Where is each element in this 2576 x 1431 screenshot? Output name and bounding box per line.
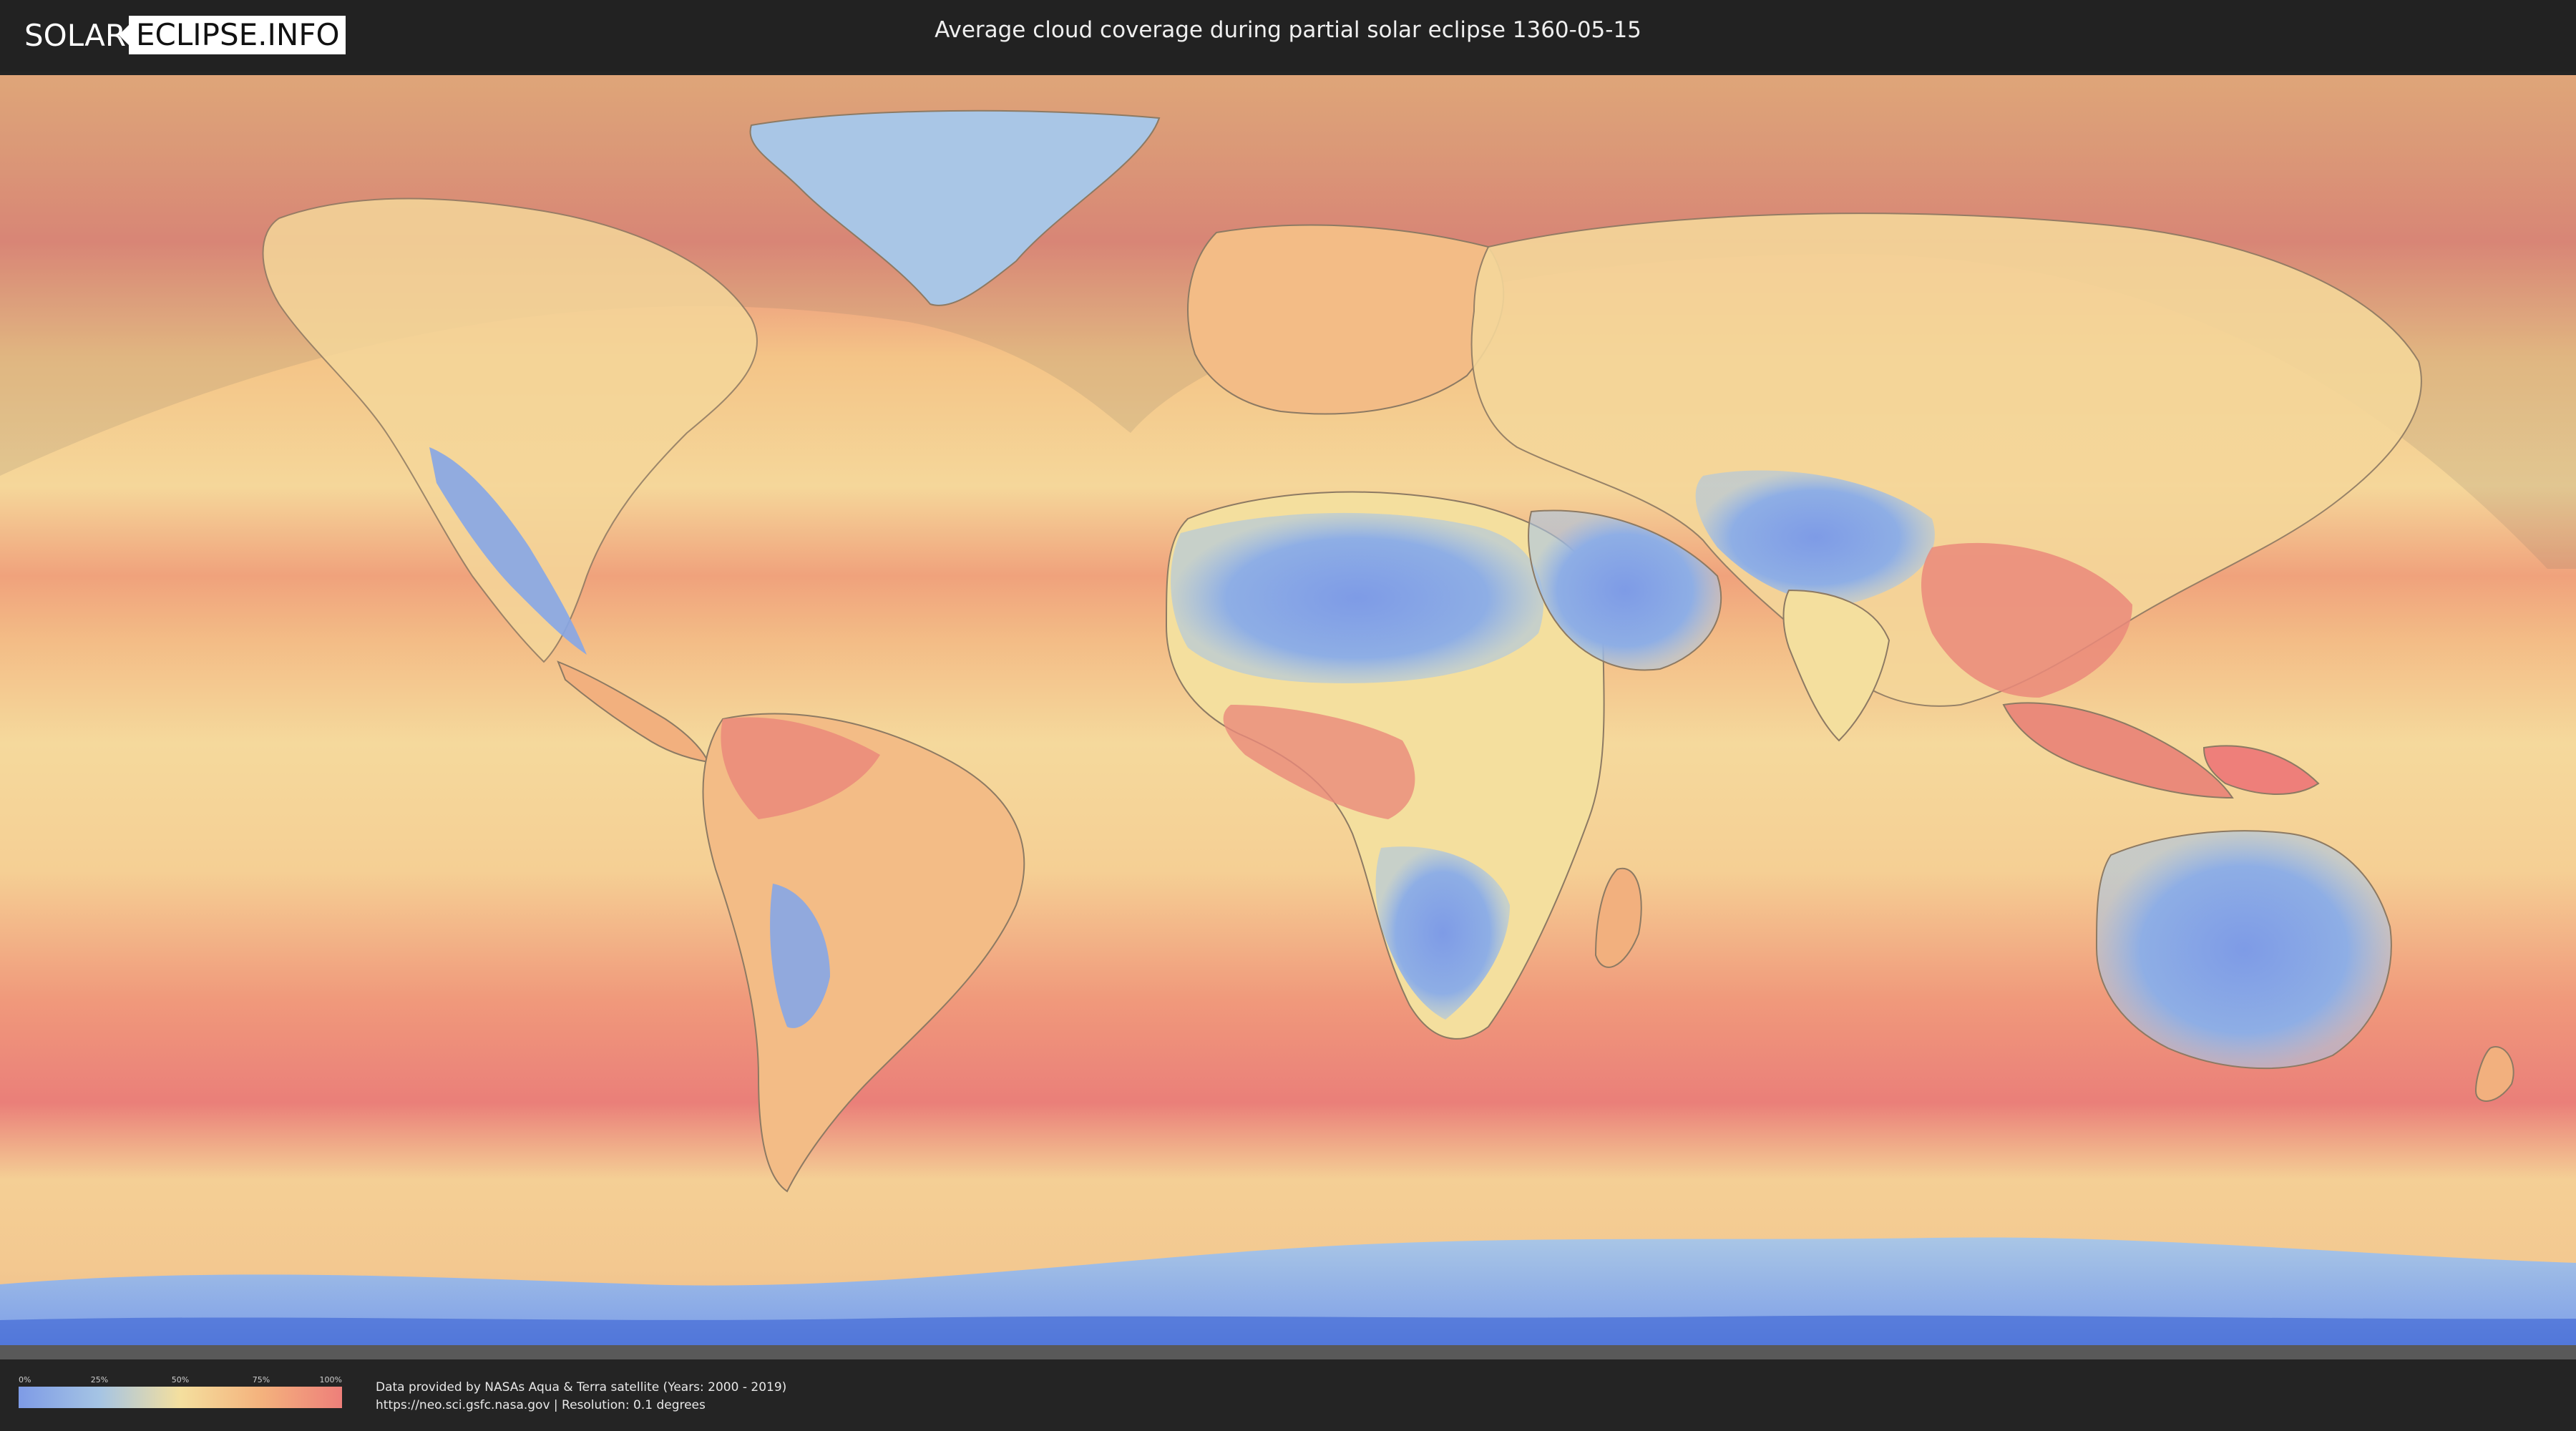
cloud-coverage-map (0, 75, 2576, 1359)
data-credits: Data provided by NASAs Aqua & Terra sate… (376, 1379, 786, 1415)
legend-tick-50: 50% (171, 1375, 190, 1384)
legend-tick-0: 0% (19, 1375, 31, 1384)
cloud-coverage-legend: 0% 25% 50% 75% 100% (19, 1375, 342, 1408)
legend-tick-100: 100% (319, 1375, 342, 1384)
header-bar: SOLAR ECLIPSE.INFO Average cloud coverag… (0, 0, 2576, 72)
legend-tick-75: 75% (252, 1375, 270, 1384)
legend-color-ramp (19, 1387, 342, 1408)
legend-tick-labels: 0% 25% 50% 75% 100% (19, 1375, 342, 1387)
no-data-strip (0, 1345, 2576, 1359)
page: SOLAR ECLIPSE.INFO Average cloud coverag… (0, 0, 2576, 1431)
world-map-svg (0, 75, 2576, 1359)
sahara-clear-region (1171, 512, 1544, 683)
credits-line-source: Data provided by NASAs Aqua & Terra sate… (376, 1380, 787, 1395)
legend-tick-25: 25% (90, 1375, 109, 1384)
page-title: Average cloud coverage during partial so… (935, 17, 1641, 43)
credits-line-resolution: https://neo.sci.gsfc.nasa.gov | Resoluti… (376, 1398, 706, 1412)
